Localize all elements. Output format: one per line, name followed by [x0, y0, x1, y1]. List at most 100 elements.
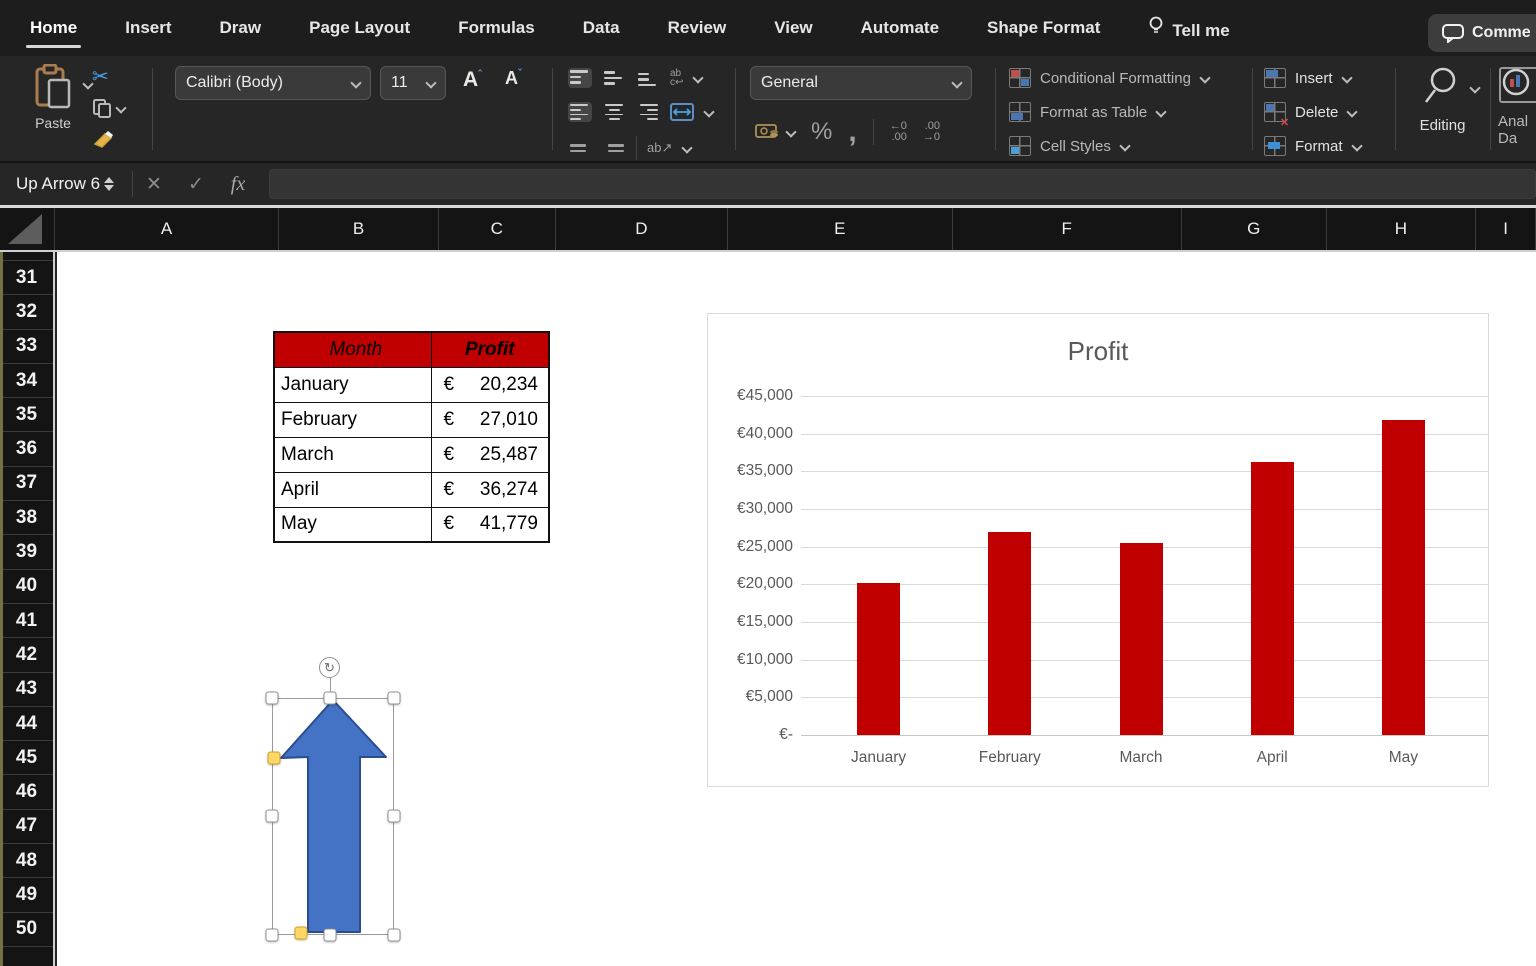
resize-handle[interactable] — [388, 810, 401, 823]
resize-handle[interactable] — [266, 810, 279, 823]
resize-handle[interactable] — [324, 692, 337, 705]
align-middle-button[interactable] — [602, 68, 626, 88]
resize-handle[interactable] — [324, 929, 337, 942]
tab-shape-format[interactable]: Shape Format — [985, 12, 1102, 44]
row-header-46[interactable]: 46 — [0, 775, 53, 809]
align-bottom-button[interactable] — [636, 68, 660, 88]
cancel-button[interactable]: ✕ — [133, 173, 175, 196]
column-header-I[interactable]: I — [1476, 208, 1536, 250]
row-header-38[interactable]: 38 — [0, 501, 53, 535]
row-header-42[interactable]: 42 — [0, 638, 53, 672]
profit-cell[interactable]: €27,010 — [431, 402, 549, 437]
profit-cell[interactable]: €41,779 — [431, 507, 549, 542]
align-left-button[interactable] — [568, 102, 592, 122]
font-name-select[interactable]: Calibri (Body) — [175, 66, 371, 100]
insert-cells-button[interactable]: Insert — [1264, 64, 1351, 92]
column-header-A[interactable]: A — [55, 208, 279, 250]
align-top-button[interactable] — [568, 68, 592, 88]
profit-chart[interactable]: Profit €-€5,000€10,000€15,000€20,000€25,… — [707, 313, 1489, 787]
align-right-button[interactable] — [636, 102, 660, 122]
row-header-32[interactable]: 32 — [0, 295, 53, 329]
bar-january[interactable] — [857, 583, 900, 735]
decrease-font-size-button[interactable]: Aˇ — [505, 68, 522, 89]
comma-style-button[interactable]: , — [848, 127, 856, 137]
table-header-profit[interactable]: Profit — [431, 332, 549, 367]
tab-automate[interactable]: Automate — [859, 12, 941, 44]
insert-function-button[interactable]: fx — [217, 173, 259, 196]
column-header-C[interactable]: C — [439, 208, 556, 250]
formula-input[interactable] — [269, 169, 1536, 199]
bar-april[interactable] — [1251, 462, 1294, 735]
row-header-48[interactable]: 48 — [0, 844, 53, 878]
row-header-35[interactable]: 35 — [0, 398, 53, 432]
column-header-H[interactable]: H — [1327, 208, 1477, 250]
tab-data[interactable]: Data — [581, 12, 622, 44]
enter-button[interactable]: ✓ — [175, 173, 217, 196]
row-header-41[interactable]: 41 — [0, 604, 53, 638]
resize-handle[interactable] — [388, 929, 401, 942]
format-as-table-button[interactable]: Format as Table — [1009, 98, 1165, 126]
column-header-G[interactable]: G — [1182, 208, 1327, 250]
format-painter-button[interactable] — [92, 128, 114, 152]
currency-format-button[interactable] — [755, 123, 795, 141]
increase-indent-button[interactable] — [602, 138, 626, 158]
adjust-handle[interactable] — [268, 752, 281, 765]
tab-draw[interactable]: Draw — [218, 12, 264, 44]
row-header-43[interactable]: 43 — [0, 673, 53, 707]
format-cells-button[interactable]: Format — [1264, 132, 1361, 160]
select-all-corner[interactable] — [0, 208, 55, 250]
copy-button[interactable] — [92, 96, 125, 120]
up-arrow-shape-selection[interactable]: ↻ — [265, 655, 405, 950]
table-header-month[interactable]: Month — [274, 332, 431, 367]
wrap-text-chevron[interactable] — [693, 74, 702, 83]
merge-center-icon[interactable] — [670, 103, 694, 121]
resize-handle[interactable] — [388, 692, 401, 705]
profit-cell[interactable]: €20,234 — [431, 367, 549, 402]
adjust-handle[interactable] — [295, 927, 308, 940]
tab-tell-me[interactable]: Tell me — [1146, 10, 1231, 47]
increase-font-size-button[interactable]: Aˆ — [463, 68, 482, 92]
editing-group[interactable]: Editing — [1400, 56, 1485, 161]
font-size-select[interactable]: 11 — [380, 66, 446, 100]
tab-home[interactable]: Home — [28, 12, 79, 44]
bar-march[interactable] — [1120, 543, 1163, 735]
resize-handle[interactable] — [266, 929, 279, 942]
cell-styles-button[interactable]: Cell Styles — [1009, 132, 1129, 160]
row-header-39[interactable]: 39 — [0, 535, 53, 569]
decrease-decimal-button[interactable]: .00 →0 — [923, 121, 940, 143]
delete-cells-button[interactable]: ✕ Delete — [1264, 98, 1356, 126]
tab-review[interactable]: Review — [666, 12, 729, 44]
row-header-31[interactable]: 31 — [0, 261, 53, 295]
column-header-F[interactable]: F — [953, 208, 1182, 250]
paste-dropdown-chevron[interactable] — [83, 80, 92, 89]
copy-dropdown-chevron[interactable] — [116, 104, 125, 113]
tab-page-layout[interactable]: Page Layout — [307, 12, 412, 44]
row-header-49[interactable]: 49 — [0, 878, 53, 912]
row-header-36[interactable]: 36 — [0, 432, 53, 466]
cut-button[interactable]: ✂ — [92, 64, 109, 88]
row-header-40[interactable]: 40 — [0, 570, 53, 604]
number-format-select[interactable]: General — [750, 66, 972, 100]
wrap-text-icon[interactable]: ab c↩ — [670, 69, 683, 87]
row-header-47[interactable]: 47 — [0, 810, 53, 844]
conditional-formatting-button[interactable]: Conditional Formatting — [1009, 64, 1209, 92]
profit-cell[interactable]: €36,274 — [431, 472, 549, 507]
decrease-indent-button[interactable] — [568, 138, 592, 158]
profit-cell[interactable]: €25,487 — [431, 437, 549, 472]
column-header-D[interactable]: D — [556, 208, 729, 250]
orientation-chevron[interactable] — [682, 144, 691, 153]
merge-center-chevron[interactable] — [704, 108, 713, 117]
comments-button[interactable]: Comme — [1428, 14, 1536, 52]
align-center-button[interactable] — [602, 102, 626, 122]
orientation-icon[interactable]: ab↗ — [647, 140, 672, 156]
bar-may[interactable] — [1382, 420, 1425, 735]
month-cell[interactable]: April — [274, 472, 431, 507]
increase-decimal-button[interactable]: ←0 .00 — [890, 121, 907, 143]
editing-chevron[interactable] — [1470, 84, 1479, 93]
row-header-37[interactable]: 37 — [0, 467, 53, 501]
name-box[interactable]: Up Arrow 6 — [0, 174, 132, 194]
column-header-E[interactable]: E — [728, 208, 952, 250]
bar-february[interactable] — [988, 532, 1031, 735]
row-header-34[interactable]: 34 — [0, 364, 53, 398]
month-cell[interactable]: January — [274, 367, 431, 402]
